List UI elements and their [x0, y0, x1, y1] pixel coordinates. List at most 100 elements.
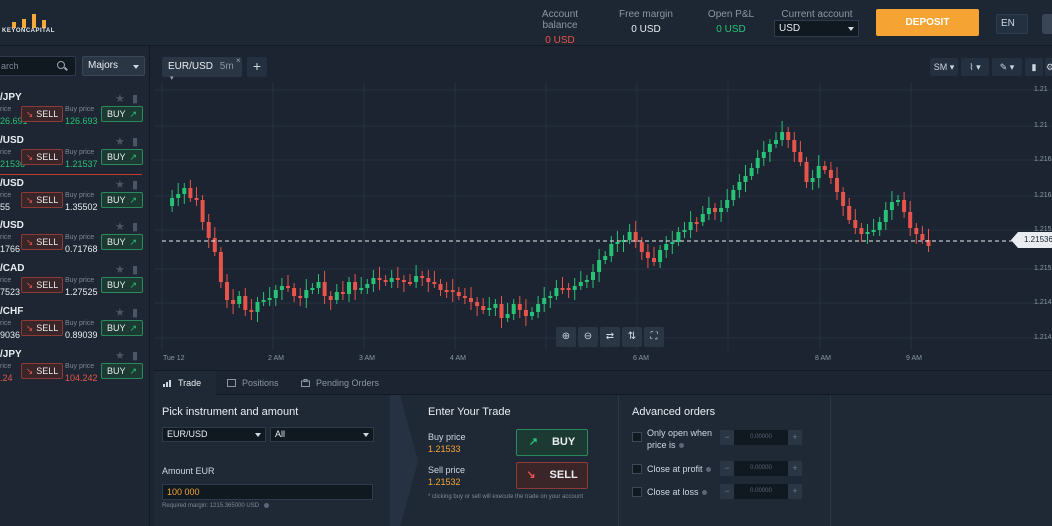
sell-button[interactable]: ↘ SELL: [516, 462, 588, 489]
close-at-loss-stepper[interactable]: − 0.00000 +: [720, 484, 802, 499]
close-at-loss-checkbox[interactable]: [632, 487, 642, 497]
close-icon[interactable]: ×: [236, 56, 241, 65]
account-balance-label: Account balance: [541, 9, 579, 31]
buy-button[interactable]: BUY ↗: [101, 320, 143, 336]
search-icon[interactable]: [57, 61, 65, 69]
candlestick-chart[interactable]: [154, 82, 1052, 350]
instrument-row[interactable]: /JPY ★ ▮ rice .24 ↘ SELL Buy price 104.242 BUY ↗: [0, 349, 150, 392]
star-icon[interactable]: ★: [115, 92, 125, 105]
star-icon[interactable]: ★: [115, 135, 125, 148]
star-icon[interactable]: ★: [115, 306, 125, 319]
info-icon[interactable]: [678, 443, 684, 449]
chart-icon[interactable]: ▮: [132, 349, 138, 362]
group-select[interactable]: All: [270, 427, 374, 442]
sm-tool-button[interactable]: SM ▾: [930, 58, 958, 76]
plus-button[interactable]: +: [788, 484, 802, 499]
info-icon[interactable]: [705, 467, 711, 473]
plus-button[interactable]: +: [788, 461, 802, 476]
sell-button[interactable]: ↘ SELL: [21, 234, 63, 250]
close-at-profit-checkbox[interactable]: [632, 464, 642, 474]
zoom-in-icon[interactable]: ⊕: [556, 327, 576, 347]
star-icon[interactable]: ★: [115, 178, 125, 191]
instrument-row[interactable]: /USD ★ ▮ rice 1766 ↘ SELL Buy price 0.71768 BUY ↗: [0, 220, 150, 263]
buy-button[interactable]: BUY ↗: [101, 192, 143, 208]
star-icon[interactable]: ★: [115, 263, 125, 276]
star-icon[interactable]: ★: [115, 220, 125, 233]
only-open-stepper[interactable]: − 0.00000 +: [720, 430, 802, 445]
instrument-row[interactable]: /USD ★ ▮ rice 55 ↘ SELL Buy price 1.35502 BUY ↗: [0, 178, 150, 221]
buy-button[interactable]: BUY ↗: [101, 234, 143, 250]
sell-button[interactable]: ↘ SELL: [21, 106, 63, 122]
sell-button[interactable]: ↘ SELL: [21, 363, 63, 379]
stepper-value[interactable]: 0.00000: [734, 484, 788, 499]
buy-button[interactable]: BUY ↗: [101, 149, 143, 165]
candle-body: [871, 230, 876, 232]
buy-button[interactable]: BUY ↗: [101, 363, 143, 379]
close-at-profit-stepper[interactable]: − 0.00000 +: [720, 461, 802, 476]
logo[interactable]: KEYONCAPITAL: [0, 8, 60, 38]
fullscreen-icon[interactable]: ⛶: [644, 327, 664, 347]
instrument-row[interactable]: /JPY ★ ▮ rice 26.691 ↘ SELL Buy price 126.693 BUY…: [0, 92, 150, 135]
buy-button-label: BUY: [106, 195, 126, 205]
language-select[interactable]: EN: [996, 14, 1028, 34]
plus-button[interactable]: +: [788, 430, 802, 445]
star-icon[interactable]: ★: [115, 349, 125, 362]
chart-icon[interactable]: ▮: [132, 263, 138, 276]
buy-button[interactable]: BUY ↗: [101, 106, 143, 122]
instrument-select[interactable]: EUR/USD: [162, 427, 266, 442]
chart-timeframe[interactable]: 5m: [220, 61, 234, 72]
chart-tab-eurusd[interactable]: EUR/USD 5m ▾: [162, 57, 242, 82]
chart-icon[interactable]: ▮: [132, 178, 138, 191]
add-chart-button[interactable]: +: [247, 57, 267, 77]
buy-button[interactable]: ↗ BUY: [516, 429, 588, 456]
settings-icon[interactable]: ⚙: [1045, 58, 1052, 76]
deposit-button[interactable]: DEPOSIT: [876, 9, 979, 36]
instrument-row[interactable]: /USD ★ ▮ rice 21536 ↘ SELL Buy price 1.21537 BUY ↗: [0, 135, 150, 178]
reset-icon[interactable]: ⇄: [600, 327, 620, 347]
close-at-loss-label: Close at loss: [647, 486, 707, 498]
instrument-row[interactable]: /CAD ★ ▮ rice 7523 ↘ SELL Buy price 1.27525 BUY ↗: [0, 263, 150, 306]
instrument-filter-select[interactable]: Majors: [82, 56, 145, 76]
arrow-down-right-icon: ↘: [25, 195, 34, 205]
instrument-row[interactable]: /CHF ★ ▮ rice 9036 ↘ SELL Buy price 0.89039 BUY ↗: [0, 306, 150, 349]
indicators-icon[interactable]: ⌇ ▾: [961, 58, 989, 76]
chart-icon[interactable]: ▮: [132, 135, 138, 148]
pending-orders-icon: [301, 379, 310, 387]
buy-button[interactable]: BUY ↗: [101, 277, 143, 293]
bar-chart-icon[interactable]: ▮: [1025, 58, 1043, 76]
candle-body: [298, 296, 303, 298]
account-balance: Account balance 0 USD: [525, 9, 595, 46]
draw-pencil-icon[interactable]: ✎ ▾: [992, 58, 1022, 76]
tab-trade[interactable]: Trade: [154, 371, 216, 395]
chart-icon[interactable]: ▮: [132, 220, 138, 233]
candle-body: [914, 228, 919, 234]
candle-body: [182, 188, 187, 194]
current-account-select[interactable]: USD: [774, 20, 859, 37]
avatar[interactable]: [1042, 14, 1052, 34]
stepper-value[interactable]: 0.00000: [734, 461, 788, 476]
chart-icon[interactable]: ▮: [132, 92, 138, 105]
sell-price-value: 1766: [0, 244, 21, 254]
tab-positions[interactable]: Positions: [218, 371, 286, 395]
tab-pending-orders[interactable]: Pending Orders: [292, 371, 387, 395]
sell-button[interactable]: ↘ SELL: [21, 320, 63, 336]
sell-button[interactable]: ↘ SELL: [21, 277, 63, 293]
buy-price-label: Buy price: [65, 320, 95, 327]
zoom-out-icon[interactable]: ⊖: [578, 327, 598, 347]
candle-body: [798, 152, 803, 162]
minus-button[interactable]: −: [720, 461, 734, 476]
sell-price-label: rice: [0, 234, 12, 241]
scroll-icon[interactable]: ⇅: [622, 327, 642, 347]
minus-button[interactable]: −: [720, 484, 734, 499]
minus-button[interactable]: −: [720, 430, 734, 445]
info-icon[interactable]: [263, 503, 269, 508]
candle-body: [450, 290, 455, 292]
sell-button[interactable]: ↘ SELL: [21, 192, 63, 208]
only-open-checkbox[interactable]: [632, 432, 642, 442]
search-input[interactable]: arch: [0, 56, 76, 76]
info-icon[interactable]: [701, 490, 707, 496]
amount-input[interactable]: 100 000: [162, 484, 373, 500]
chart-icon[interactable]: ▮: [132, 306, 138, 319]
stepper-value[interactable]: 0.00000: [734, 430, 788, 445]
sell-button[interactable]: ↘ SELL: [21, 149, 63, 165]
